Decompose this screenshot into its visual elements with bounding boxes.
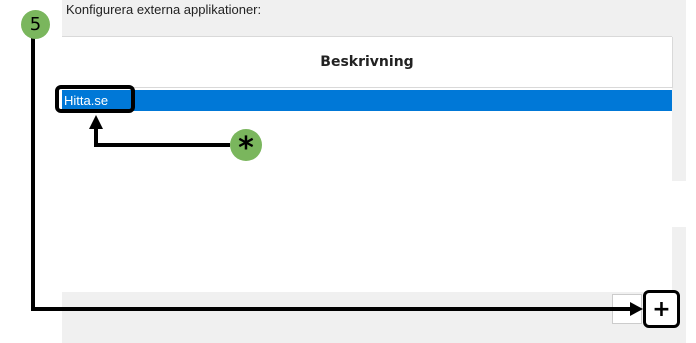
step-arrowhead: [630, 302, 643, 316]
step-callout-line: [31, 38, 632, 311]
star-callout-line: [94, 128, 230, 147]
marker-badge: *: [230, 129, 262, 166]
step-number-badge: 5: [21, 10, 50, 39]
callout-arrows: [31, 38, 643, 316]
star-arrowhead: [89, 115, 103, 129]
